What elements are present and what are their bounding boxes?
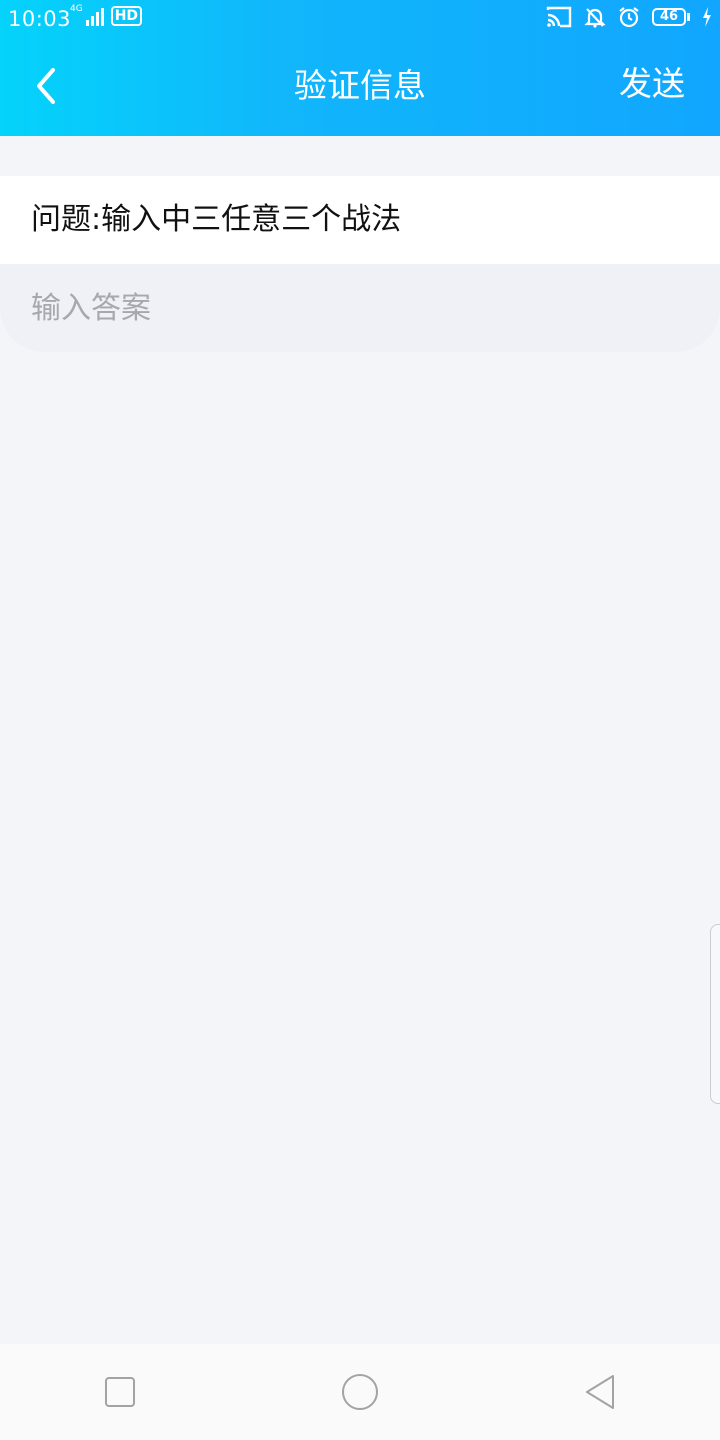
network-type-label: 4G [70, 4, 83, 14]
page-title: 验证信息 [294, 66, 426, 105]
status-time: 10:03 [8, 7, 72, 31]
hd-voice-badge: HD [110, 6, 143, 26]
app-header: 10:03 4G HD 46 验证信息 发送 [0, 0, 720, 136]
triangle-left-icon [586, 1375, 614, 1409]
square-icon [105, 1377, 135, 1407]
nav-back-button[interactable] [570, 1362, 630, 1422]
alarm-icon [619, 7, 639, 28]
signal-strength-icon [85, 6, 104, 26]
home-button[interactable] [330, 1362, 390, 1422]
status-right-icons: 46 [546, 6, 712, 28]
send-button[interactable]: 发送 [619, 62, 685, 106]
status-bar: 10:03 4G HD 46 [0, 0, 720, 38]
question-text: 问题:输入中三任意三个战法 [31, 202, 402, 237]
answer-input[interactable] [0, 264, 720, 352]
system-navigation-bar [0, 1344, 720, 1440]
cast-icon [546, 6, 572, 28]
battery-icon: 46 [652, 8, 690, 26]
circle-icon [342, 1374, 378, 1410]
side-drawer-handle[interactable] [710, 924, 720, 1104]
bell-muted-icon [584, 8, 606, 28]
battery-level: 46 [652, 8, 686, 26]
recent-apps-button[interactable] [90, 1362, 150, 1422]
question-card: 问题:输入中三任意三个战法 [0, 176, 720, 264]
network-indicators: 4G HD [70, 4, 143, 26]
charging-icon [703, 7, 711, 27]
